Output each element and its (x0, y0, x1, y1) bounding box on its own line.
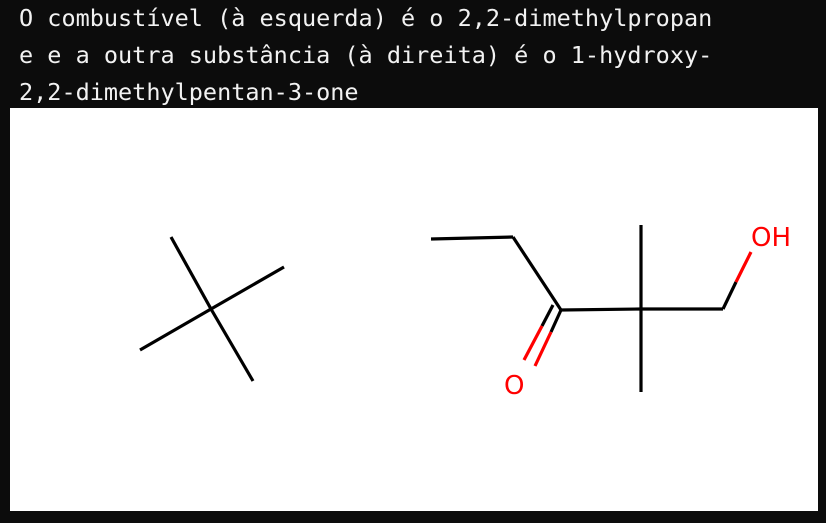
carbonyl-double-bond-outer-black (540, 304, 555, 327)
neopentane-bond-lower-right (209, 308, 255, 382)
hydroxyl-label: OH (751, 223, 791, 253)
caption-line-2: e e a outra substância (à direita) é o 1… (19, 41, 713, 69)
structure-drawing: O OH (139, 223, 791, 401)
neopentane-bond-lower-left (139, 307, 212, 352)
ketone-bond-c3-c4 (560, 307, 642, 312)
neopentane-bond-upper-left (169, 236, 213, 310)
ketone-bond-c1-c2 (430, 235, 514, 241)
caption: O combustível (à esquerda) é o 2,2-dimet… (19, 0, 819, 111)
hydroxy-ketone-structure: O OH (430, 223, 791, 401)
neopentane-bond-upper-right (210, 265, 285, 311)
carbonyl-double-bond-inner-black (549, 309, 563, 333)
ketone-bond-c2-c3 (511, 236, 563, 311)
caption-line-3: 2,2-dimethylpentan-3-one (19, 78, 359, 106)
hydroxyl-bond-red (734, 251, 753, 283)
hydroxyl-bond-black (721, 281, 738, 310)
caption-line-1: O combustível (à esquerda) é o 2,2-dimet… (19, 4, 713, 32)
structure-figure: O OH (10, 108, 818, 511)
carbonyl-oxygen-label: O (504, 371, 524, 401)
neopentane-structure (139, 236, 285, 382)
